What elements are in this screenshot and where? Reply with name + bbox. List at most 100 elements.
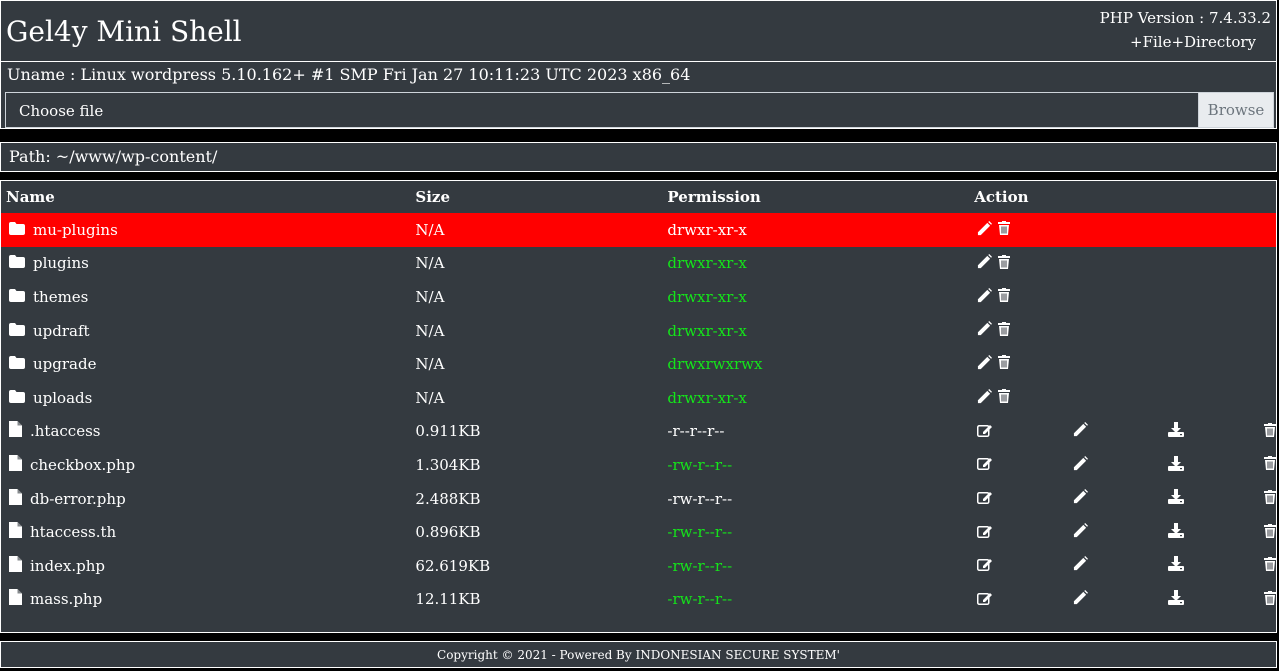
edit-icon[interactable] [977,490,993,508]
permission-cell[interactable]: drwxr-xr-x [662,213,970,247]
action-cell [969,448,1065,482]
name-cell: themes [1,280,410,314]
pencil-icon[interactable] [1073,590,1088,609]
pencil-icon[interactable] [977,254,993,273]
permission-cell[interactable]: drwxr-xr-x [662,381,969,415]
trash-icon[interactable] [998,221,1011,239]
pencil-icon[interactable] [977,287,993,307]
edit-icon[interactable] [977,456,993,474]
item-name-link[interactable]: themes [33,288,88,306]
file-icon [6,555,30,576]
trash-icon[interactable] [1264,590,1276,609]
folder-icon [6,322,33,340]
size-cell: N/A [410,213,663,247]
edit-icon[interactable] [977,591,993,609]
file-table-container: Name Size Permission Action mu-plugins N/… [0,180,1277,633]
action-cell [1065,515,1161,549]
item-name-link[interactable]: mu-plugins [33,221,118,239]
trash-icon[interactable] [1264,422,1276,441]
permission-cell[interactable]: drwxrwxrwx [662,347,969,381]
item-name-link[interactable]: upgrade [33,355,96,373]
pencil-icon[interactable] [1073,455,1088,475]
edit-icon[interactable] [977,524,993,542]
header-size: Size [415,188,450,206]
permission-cell[interactable]: -rw-r--r-- [662,515,969,549]
edit-icon[interactable] [977,557,993,575]
item-name-link[interactable]: plugins [33,254,89,272]
permission-cell[interactable]: drwxr-xr-x [662,314,969,348]
trash-icon[interactable] [998,254,1011,273]
item-name-link[interactable]: .htaccess [30,422,100,440]
table-row: themes N/A drwxr-xr-x [1,280,1276,314]
name-cell: mu-plugins [1,213,411,247]
item-name-link[interactable]: mass.php [30,590,102,608]
action-cell [969,347,1276,381]
trash-icon[interactable] [998,355,1011,373]
action-cell [969,213,1276,247]
name-cell: mass.php [1,583,410,617]
size-cell: 62.619KB [415,556,491,575]
table-row: index.php 62.619KB -rw-r--r-- [1,549,1276,583]
pencil-icon[interactable] [977,388,993,408]
download-icon[interactable] [1168,522,1185,542]
pencil-icon[interactable] [1073,522,1088,542]
table-row: plugins N/A drwxr-xr-x [1,247,1276,281]
permission-cell[interactable]: -rw-r--r-- [662,583,969,617]
download-icon[interactable] [1168,489,1185,508]
action-cell [1065,448,1161,482]
permission-cell[interactable]: -r--r--r-- [662,415,969,449]
item-name-link[interactable]: index.php [30,557,105,575]
permission-cell[interactable]: -rw-r--r-- [662,448,969,482]
size-cell: 0.911KB [415,422,481,441]
folder-icon [6,288,33,306]
item-name-link[interactable]: checkbox.php [30,456,135,474]
trash-icon[interactable] [1264,523,1276,542]
item-name-link[interactable]: db-error.php [30,490,126,508]
name-cell: .htaccess [1,415,410,449]
trash-icon[interactable] [998,321,1011,340]
file-icon [6,488,30,509]
file-upload-input[interactable]: Choose file Browse [5,92,1274,128]
trash-icon[interactable] [1264,456,1276,474]
permission-cell[interactable]: drwxr-xr-x [662,247,969,281]
download-icon[interactable] [1168,455,1185,475]
pencil-icon[interactable] [977,220,993,240]
pencil-icon[interactable] [1073,489,1088,508]
action-cell [969,381,1276,415]
size-cell: N/A [415,321,445,340]
action-cell [1065,583,1161,617]
file-icon [6,589,30,609]
permission-cell[interactable]: drwxr-xr-x [662,280,969,314]
browse-button[interactable]: Browse [1198,93,1273,127]
table-row: uploads N/A drwxr-xr-x [1,381,1276,415]
trash-icon[interactable] [1264,557,1276,575]
header: Gel4y Mini Shell PHP Version : 7.4.33.2 … [0,0,1277,62]
action-cell [1256,482,1276,516]
download-icon[interactable] [1168,590,1185,609]
download-icon[interactable] [1168,556,1185,575]
download-icon[interactable] [1168,422,1185,441]
size-cell: 12.11KB [415,590,481,609]
name-cell: plugins [1,247,410,281]
file-icon [6,454,30,475]
pencil-icon[interactable] [1073,422,1088,441]
action-cell [969,515,1065,549]
new-file-directory-link[interactable]: +File+Directory [1130,33,1256,51]
pencil-icon[interactable] [1073,556,1088,575]
permission-cell[interactable]: -rw-r--r-- [662,482,969,516]
choose-file-label[interactable]: Choose file [19,102,103,120]
pencil-icon[interactable] [977,321,993,340]
trash-icon[interactable] [1264,490,1276,508]
item-name-link[interactable]: updraft [33,322,90,340]
trash-icon[interactable] [998,389,1011,407]
table-row: checkbox.php 1.304KB -rw-r--r-- [1,448,1276,482]
item-name-link[interactable]: uploads [33,389,92,407]
trash-icon[interactable] [998,288,1011,306]
size-cell: 0.896KB [415,523,481,542]
item-name-link[interactable]: htaccess.th [30,523,116,541]
edit-icon[interactable] [977,423,993,441]
permission-cell[interactable]: -rw-r--r-- [662,549,969,583]
folder-icon [6,355,33,373]
folder-icon [6,221,33,239]
pencil-icon[interactable] [977,354,993,374]
